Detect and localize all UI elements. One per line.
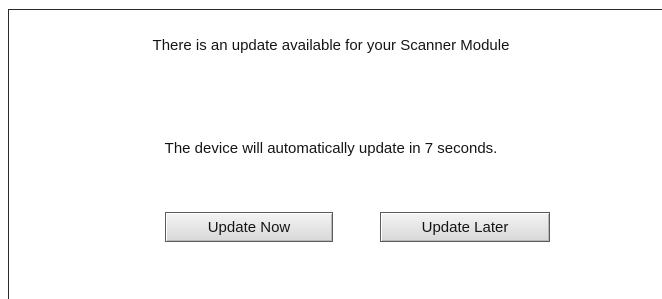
update-now-button[interactable]: Update Now: [165, 212, 333, 242]
update-available-message: There is an update available for your Sc…: [152, 37, 510, 54]
update-later-button[interactable]: Update Later: [380, 212, 550, 242]
countdown-message: The device will automatically update in …: [164, 140, 498, 157]
